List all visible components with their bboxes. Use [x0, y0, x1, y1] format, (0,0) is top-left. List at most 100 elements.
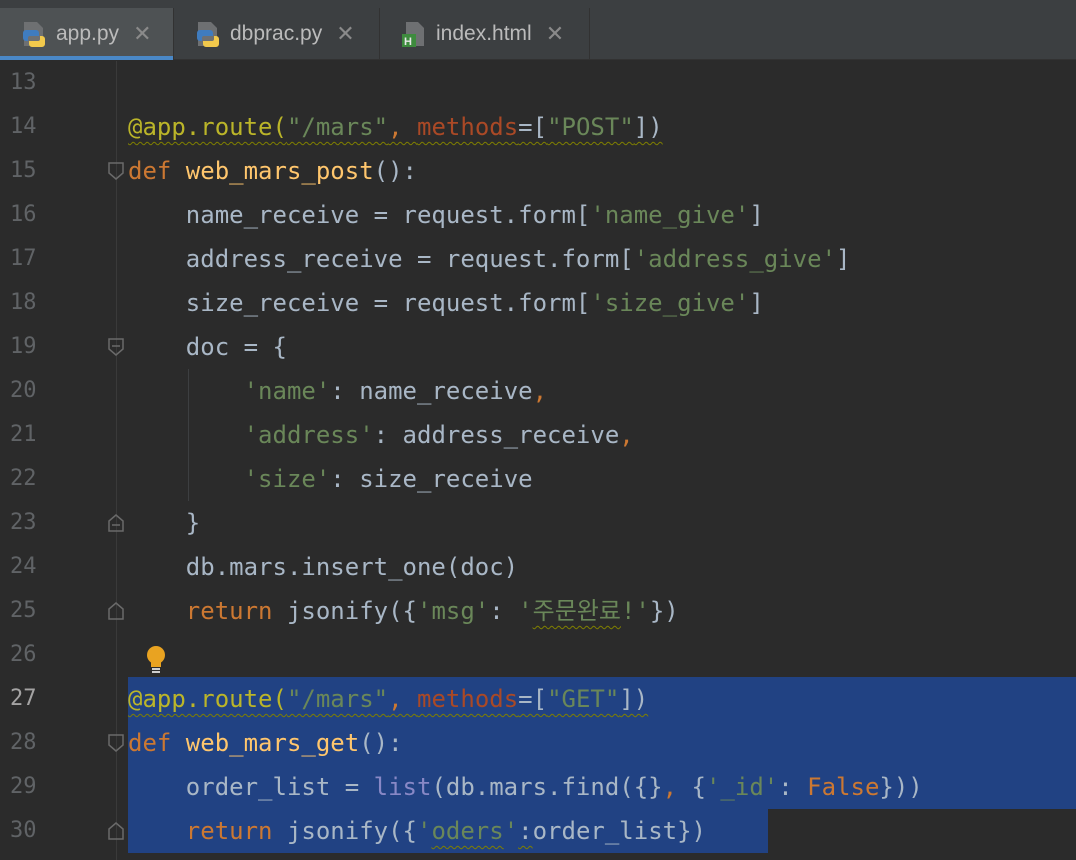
string-token: 'msg' — [417, 597, 490, 625]
code-token: size_receive = request.form[ — [128, 289, 591, 317]
param-token: methods — [417, 685, 519, 713]
code-line-25[interactable]: return jsonify({'msg': '주문완료!'}) — [128, 589, 679, 633]
code-line-22[interactable]: 'size': size_receive — [128, 457, 533, 501]
tab-dbprac-py[interactable]: dbprac.py ✕ — [174, 8, 380, 60]
html-file-icon: H — [400, 20, 428, 48]
string-token: 'size_give' — [590, 289, 750, 317]
code-line-29[interactable]: order_list = list(db.mars.find({}, {'_id… — [128, 765, 923, 809]
string-token: "POST" — [547, 113, 634, 141]
line-number: 17 — [10, 246, 37, 271]
punct-token: { — [691, 773, 706, 801]
lightbulb-icon[interactable] — [145, 645, 167, 675]
keyword-token: return — [185, 597, 273, 625]
code-line-23[interactable]: } — [128, 501, 200, 545]
string-token: 주문완료 — [532, 597, 621, 625]
string-token: oders — [431, 817, 504, 845]
code-line-28[interactable]: def web_mars_get(): — [128, 721, 403, 765]
indent-token — [128, 421, 244, 449]
string-token: "/mars" — [286, 685, 389, 713]
punct-token: , — [388, 113, 418, 141]
code-line-19[interactable]: doc = { — [128, 325, 287, 369]
code-line-18[interactable]: size_receive = request.form['size_give'] — [128, 281, 764, 325]
punct-token: , — [619, 421, 634, 449]
tab-label: app.py — [56, 22, 120, 45]
code-token: doc = { — [128, 333, 287, 361]
code-token: : name_receive — [330, 377, 533, 405]
tab-label: index.html — [436, 22, 532, 45]
keyword-token: def — [128, 729, 186, 757]
code-line-15[interactable]: def web_mars_post(): — [128, 149, 417, 193]
punct-token: ] — [749, 201, 764, 229]
indent-token — [128, 377, 244, 405]
code-token: db.mars.insert_one(doc) — [128, 553, 519, 581]
line-number: 13 — [10, 70, 37, 95]
indent-token — [128, 465, 244, 493]
fold-start-icon[interactable] — [106, 161, 126, 181]
punct-token: , — [662, 773, 692, 801]
code-token: } — [128, 509, 201, 537]
code-editor[interactable]: 13 14 15 16 17 18 19 20 21 22 23 24 25 2… — [0, 61, 1076, 860]
string-token: ' — [417, 817, 432, 845]
code-token: jsonify({ — [272, 817, 417, 845]
string-token: "GET" — [547, 685, 620, 713]
close-tab-icon[interactable]: ✕ — [133, 21, 151, 47]
punct-token: , — [388, 685, 418, 713]
string-token: ' — [503, 817, 519, 845]
tab-app-py[interactable]: app.py ✕ — [0, 8, 174, 60]
line-number: 18 — [10, 290, 37, 315]
line-number: 21 — [10, 422, 37, 447]
tab-label: dbprac.py — [230, 22, 323, 45]
line-number: 23 — [10, 510, 37, 535]
code-token: jsonify({ — [272, 597, 417, 625]
code-line-30[interactable]: return jsonify({'oders':order_list}) — [128, 809, 706, 853]
string-token: 'size' — [243, 465, 331, 493]
fold-end-icon[interactable] — [106, 601, 126, 621]
keyword-token: return — [185, 817, 273, 845]
svg-text:H: H — [404, 36, 412, 48]
punct-token: (): — [373, 157, 417, 185]
punct-token: (): — [359, 729, 403, 757]
code-token: name_receive = request.form[ — [128, 201, 591, 229]
string-token: !' — [620, 597, 650, 625]
indent-token — [128, 597, 186, 625]
line-number: 19 — [10, 334, 37, 359]
builtin-token: list — [373, 773, 432, 801]
punct-token: =[ — [518, 113, 548, 141]
code-line-16[interactable]: name_receive = request.form['name_give'] — [128, 193, 764, 237]
line-number: 20 — [10, 378, 37, 403]
fold-end-icon[interactable] — [106, 821, 126, 841]
decorator-token: @app.route( — [128, 113, 287, 141]
python-file-icon — [194, 20, 222, 48]
line-number: 16 — [10, 202, 37, 227]
line-number: 26 — [10, 642, 37, 667]
punct-token: ]) — [633, 113, 663, 141]
line-number: 29 — [10, 774, 37, 799]
string-token: 'name' — [243, 377, 331, 405]
code-line-14[interactable]: @app.route("/mars", methods=["POST"]) — [128, 105, 663, 149]
code-line-17[interactable]: address_receive = request.form['address_… — [128, 237, 851, 281]
current-line-number: 27 — [10, 686, 37, 711]
punct-token: ]) — [619, 685, 649, 713]
fold-start-icon[interactable] — [106, 733, 126, 753]
line-number: 28 — [10, 730, 37, 755]
indent-token — [128, 817, 186, 845]
punct-token: })) — [879, 773, 923, 801]
editor-tab-bar: app.py ✕ dbprac.py ✕ H index.html ✕ — [0, 0, 1076, 60]
close-tab-icon[interactable]: ✕ — [336, 21, 354, 47]
function-name-token: web_mars_post — [185, 157, 374, 185]
string-token: 'address' — [243, 421, 374, 449]
close-tab-icon[interactable]: ✕ — [546, 21, 564, 47]
punct-token: }) — [649, 597, 679, 625]
code-line-21[interactable]: 'address': address_receive, — [128, 413, 634, 457]
punct-token: ] — [749, 289, 764, 317]
code-line-27[interactable]: @app.route("/mars", methods=["GET"]) — [128, 677, 648, 721]
code-line-20[interactable]: 'name': name_receive, — [128, 369, 547, 413]
fold-end-icon[interactable] — [106, 513, 126, 533]
tab-index-html[interactable]: H index.html ✕ — [380, 8, 590, 60]
code-token: : size_receive — [330, 465, 533, 493]
code-token: : address_receive — [373, 421, 620, 449]
code-line-24[interactable]: db.mars.insert_one(doc) — [128, 545, 518, 589]
punct-token: : — [518, 817, 533, 845]
keyword-token: def — [128, 157, 186, 185]
fold-start-icon[interactable] — [106, 337, 126, 357]
